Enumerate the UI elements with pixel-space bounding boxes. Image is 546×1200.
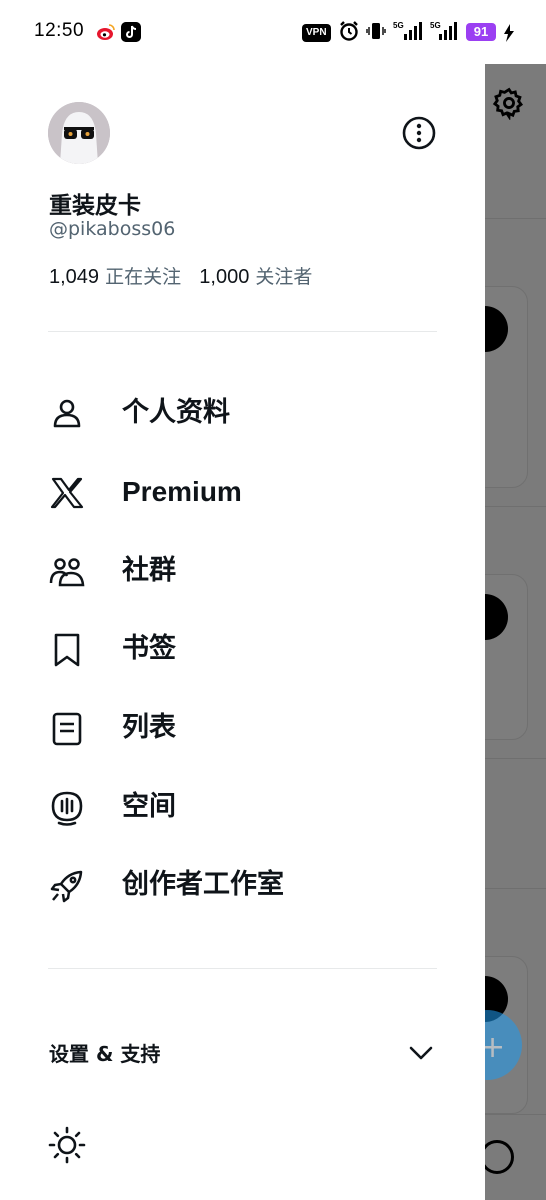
followers-count: 1,000 bbox=[199, 266, 250, 288]
divider bbox=[48, 331, 437, 332]
following-count: 1,049 bbox=[49, 266, 100, 288]
following-link[interactable]: 1,049 正在关注 bbox=[49, 266, 187, 288]
menu-item-bookmarks[interactable]: 书签 bbox=[0, 614, 485, 684]
menu-item-spaces[interactable]: 空间 bbox=[0, 772, 485, 842]
menu-item-label: 创作者工作室 bbox=[122, 869, 284, 900]
network-type-label: 5G bbox=[393, 21, 404, 30]
menu-item-label: 书签 bbox=[122, 633, 176, 664]
more-options-icon[interactable] bbox=[400, 114, 438, 152]
menu-item-lists[interactable]: 列表 bbox=[0, 693, 485, 763]
bookmark-icon bbox=[54, 633, 80, 667]
spaces-icon bbox=[51, 791, 83, 826]
gear-icon bbox=[492, 87, 524, 120]
menu-item-label: 社群 bbox=[122, 555, 176, 586]
tiktok-icon bbox=[121, 22, 141, 42]
divider bbox=[484, 1114, 546, 1115]
profile-handle: @pikaboss06 bbox=[49, 218, 176, 240]
charging-icon bbox=[504, 24, 514, 42]
battery-level: 91 bbox=[466, 23, 496, 41]
network-type-label: 5G bbox=[430, 21, 441, 30]
settings-support-label: 设置 & 支持 bbox=[49, 1042, 161, 1066]
divider bbox=[48, 968, 437, 969]
menu-item-label: Premium bbox=[122, 476, 242, 507]
status-bar: 12:50 VPN 5G 5G 91 bbox=[0, 0, 546, 64]
menu-item-label: 个人资料 bbox=[122, 397, 230, 428]
menu-item-creator-studio[interactable]: 创作者工作室 bbox=[0, 850, 485, 920]
followers-label: 关注者 bbox=[255, 266, 313, 288]
x-logo-icon bbox=[50, 477, 84, 509]
avatar[interactable] bbox=[48, 102, 110, 164]
divider bbox=[484, 888, 546, 889]
menu-item-profile[interactable]: 个人资料 bbox=[0, 378, 485, 448]
menu-item-label: 列表 bbox=[122, 712, 176, 743]
person-icon bbox=[53, 399, 81, 428]
status-time: 12:50 bbox=[34, 20, 85, 41]
menu-item-label: 空间 bbox=[122, 791, 176, 822]
communities-icon bbox=[49, 558, 85, 587]
menu-item-premium[interactable]: Premium bbox=[0, 457, 485, 527]
home-indicator-icon bbox=[480, 1140, 514, 1174]
settings-support-toggle[interactable]: 设置 & 支持 bbox=[0, 1020, 485, 1082]
list-icon bbox=[52, 712, 82, 746]
sun-icon[interactable] bbox=[46, 1124, 88, 1166]
navigation-drawer: 重装皮卡 @pikaboss06 1,049 正在关注 1,000 关注者 个人… bbox=[0, 0, 485, 1200]
signal-icon: 5G bbox=[430, 21, 457, 40]
chevron-down-icon bbox=[409, 1046, 433, 1060]
vibrate-icon bbox=[366, 23, 386, 39]
vpn-badge: VPN bbox=[302, 24, 331, 42]
ghost-avatar-icon bbox=[48, 102, 110, 164]
followers-link[interactable]: 1,000 关注者 bbox=[199, 266, 312, 288]
profile-display-name[interactable]: 重装皮卡 bbox=[49, 186, 141, 220]
divider bbox=[484, 218, 546, 219]
rocket-icon bbox=[50, 870, 83, 903]
signal-icon: 5G bbox=[393, 21, 422, 40]
menu-item-communities[interactable]: 社群 bbox=[0, 536, 485, 606]
alarm-icon bbox=[340, 21, 358, 41]
follow-stats: 1,049 正在关注 1,000 关注者 bbox=[49, 262, 312, 289]
divider bbox=[484, 758, 546, 759]
following-label: 正在关注 bbox=[105, 266, 182, 288]
divider bbox=[484, 506, 546, 507]
weibo-icon bbox=[96, 22, 116, 42]
